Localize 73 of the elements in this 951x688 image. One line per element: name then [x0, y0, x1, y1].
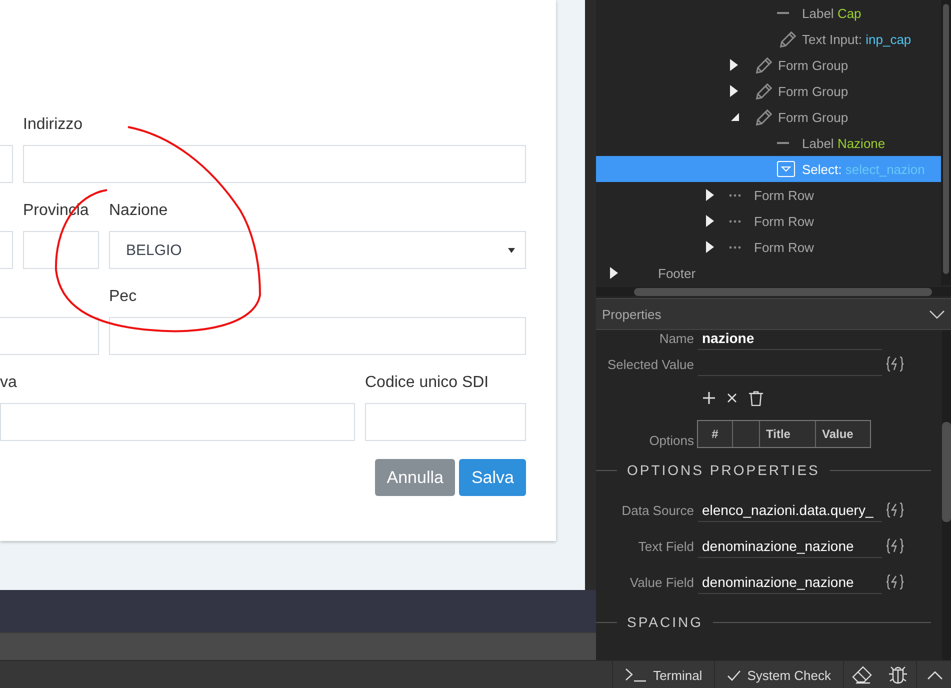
input-field[interactable] [109, 317, 526, 355]
tree-item[interactable]: Label Nazione [596, 130, 951, 156]
dash-icon [777, 12, 789, 14]
save-button[interactable]: Salva [459, 459, 526, 496]
column-header: Value [821, 426, 854, 443]
terminal-icon [625, 668, 648, 682]
tree-item[interactable]: Form Row [596, 234, 951, 260]
field-label: va [0, 373, 18, 393]
tree-item[interactable]: Form Row [596, 208, 951, 234]
section-heading: OPTIONS PROPERTIES [627, 462, 820, 478]
dots-icon [729, 220, 741, 222]
scrollbar-track[interactable] [585, 0, 596, 590]
property-label: Options [648, 433, 694, 448]
binding-icon[interactable] [886, 538, 904, 554]
column-header: # [698, 421, 733, 447]
scrollbar-thumb[interactable] [942, 422, 951, 522]
terminal-button[interactable]: Terminal [612, 661, 714, 688]
select-dropdown[interactable]: BELGIO [109, 231, 526, 269]
field-label: Codice unico SDI [365, 373, 490, 393]
add-icon[interactable] [703, 392, 715, 404]
property-label: Name [658, 330, 694, 346]
property-label: Text Field [637, 538, 694, 554]
dash-icon [777, 142, 789, 144]
collapsed-triangle-icon[interactable] [706, 215, 714, 227]
caret-up-icon [927, 670, 943, 680]
bug-icon [888, 665, 908, 685]
property-label: Value Field [628, 574, 694, 590]
binding-icon[interactable] [886, 574, 904, 590]
collapsed-triangle-icon[interactable] [610, 267, 618, 279]
property-field[interactable]: elenco_nazioni.data.query_ [698, 498, 882, 522]
input-field[interactable] [23, 145, 526, 183]
property-label: Data Source [620, 502, 694, 518]
field-label: Nazione [109, 201, 169, 221]
dots-icon [729, 246, 741, 248]
dots-icon [729, 194, 741, 196]
tree-item[interactable]: Form Row [596, 182, 951, 208]
tree-item[interactable]: Text Input: inp_cap [596, 26, 951, 52]
cancel-button[interactable]: Annulla [374, 459, 456, 496]
expanded-triangle-icon[interactable] [730, 112, 740, 122]
field-label: Indirizzo [23, 115, 84, 135]
binding-icon[interactable] [886, 502, 904, 518]
chevron-down-icon[interactable] [929, 310, 945, 318]
properties-header[interactable]: Properties [596, 298, 951, 330]
section-heading: SPACING [627, 614, 703, 630]
input-field[interactable] [23, 231, 99, 269]
system-check-button[interactable]: System Check [714, 661, 843, 688]
tree-item[interactable]: Form Group [596, 52, 951, 78]
caret-icon [508, 248, 515, 252]
eraser-icon [852, 666, 872, 684]
input-field[interactable] [0, 403, 355, 441]
collapsed-triangle-icon[interactable] [706, 189, 714, 201]
property-field[interactable]: nazione [698, 330, 882, 350]
tree-item[interactable]: Label Cap [596, 0, 951, 26]
collapsed-triangle-icon[interactable] [730, 59, 738, 71]
column-header: Title [760, 421, 816, 447]
scrollbar-thumb[interactable] [943, 4, 949, 274]
property-label: Selected Value [606, 356, 694, 372]
property-field[interactable]: denominazione_nazione [698, 570, 882, 594]
tree-item[interactable]: Form Group [596, 78, 951, 104]
binding-icon[interactable] [886, 356, 904, 372]
property-field[interactable]: denominazione_nazione [698, 534, 882, 558]
input-field[interactable] [365, 403, 526, 441]
tree-item[interactable]: Form Group [596, 104, 951, 130]
trash-icon[interactable] [749, 390, 763, 406]
input-field[interactable] [0, 317, 99, 355]
collapsed-triangle-icon[interactable] [706, 241, 714, 253]
collapsed-triangle-icon[interactable] [730, 85, 738, 97]
scrollbar-thumb[interactable] [634, 288, 932, 296]
check-icon [727, 670, 742, 680]
tree-item[interactable]: Footer [596, 260, 951, 286]
field-label: Pec [109, 287, 138, 307]
close-icon[interactable] [727, 393, 737, 403]
dropdown-icon [777, 161, 795, 177]
